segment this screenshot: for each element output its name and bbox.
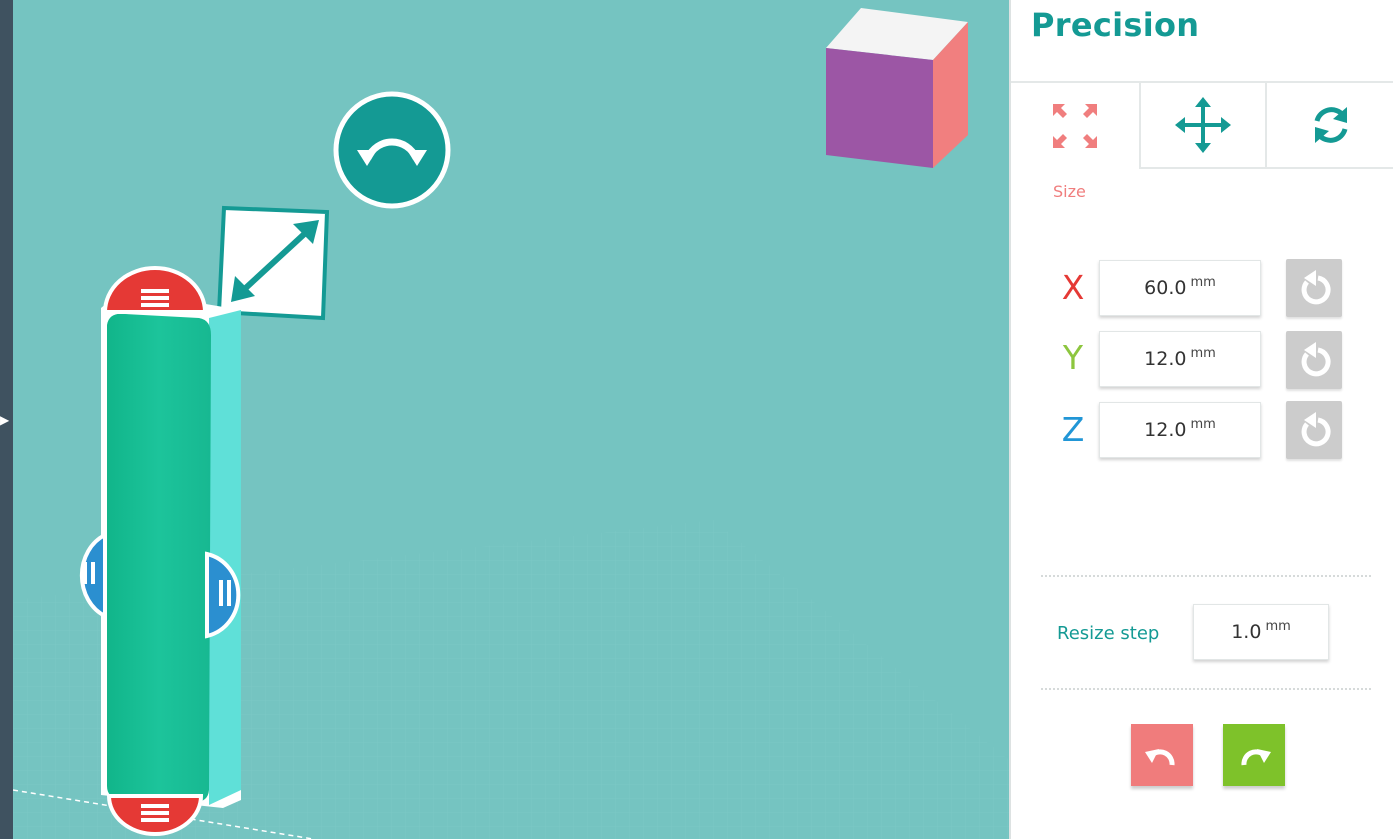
panel-title: Precision: [1031, 6, 1200, 44]
scale-handle-icon[interactable]: [216, 205, 330, 321]
rotate-arrows-icon: [1314, 107, 1348, 143]
precision-panel: Precision Size X 60.0 mm Y 12.0 mm Z 12.…: [1009, 0, 1393, 839]
redo-icon: [1241, 749, 1271, 766]
undo-button[interactable]: [1131, 724, 1193, 786]
tab-size[interactable]: [1011, 83, 1139, 169]
3d-viewport[interactable]: [13, 0, 1009, 839]
size-y-unit: mm: [1190, 345, 1216, 361]
move-arrows-icon: [1175, 97, 1231, 153]
reset-y-button[interactable]: [1286, 331, 1342, 389]
size-x-unit: mm: [1190, 274, 1216, 290]
resize-step-unit: mm: [1265, 618, 1291, 634]
size-y-value: 12.0: [1144, 348, 1187, 370]
size-z-value: 12.0: [1144, 419, 1187, 441]
tab-rotate[interactable]: [1267, 83, 1393, 169]
size-z-unit: mm: [1190, 416, 1216, 432]
resize-step-value: 1.0: [1231, 621, 1262, 643]
axis-x-label: X: [1061, 268, 1085, 307]
rotate-handle-icon[interactable]: [333, 91, 451, 209]
undo-icon: [1145, 749, 1175, 766]
size-x-value: 60.0: [1144, 277, 1187, 299]
selected-box[interactable]: [101, 290, 241, 808]
reset-x-button[interactable]: [1286, 259, 1342, 317]
divider: [1041, 688, 1371, 690]
view-cube[interactable]: [826, 8, 968, 168]
resize-step-label: Resize step: [1057, 623, 1160, 644]
redo-button[interactable]: [1223, 724, 1285, 786]
size-x-input[interactable]: 60.0 mm: [1099, 260, 1261, 316]
axis-z-label: Z: [1061, 410, 1085, 449]
reset-z-button[interactable]: [1286, 401, 1342, 459]
divider: [1041, 575, 1371, 577]
reset-icon: [1301, 412, 1331, 447]
resize-step-input[interactable]: 1.0 mm: [1193, 604, 1329, 660]
size-handle-top[interactable]: [102, 266, 208, 314]
tab-move[interactable]: [1139, 83, 1267, 169]
axis-y-label: Y: [1062, 338, 1084, 377]
size-y-input[interactable]: 12.0 mm: [1099, 331, 1261, 387]
resize-arrows-icon: [1053, 104, 1097, 148]
size-z-input[interactable]: 12.0 mm: [1099, 402, 1261, 458]
reset-icon: [1301, 342, 1331, 377]
tab-size-label: Size: [1053, 182, 1086, 201]
collapse-arrow-icon[interactable]: ▶: [0, 414, 9, 426]
reset-icon: [1301, 270, 1331, 305]
